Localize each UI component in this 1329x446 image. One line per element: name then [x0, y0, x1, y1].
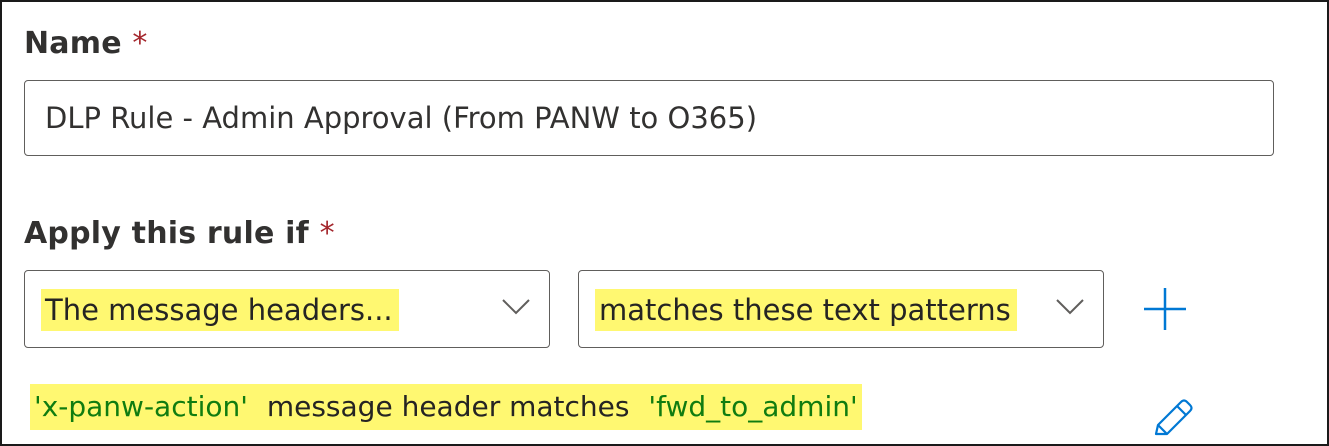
condition-property-selected: The message headers... — [41, 289, 399, 331]
apply-rule-if-text: Apply this rule if — [24, 216, 309, 251]
name-input[interactable]: DLP Rule - Admin Approval (From PANW to … — [24, 80, 1274, 156]
name-required-mark: * — [132, 26, 148, 61]
chevron-down-icon — [1056, 299, 1084, 315]
name-label-text: Name — [24, 26, 122, 61]
condition-summary: 'x-panw-action' message header matches '… — [30, 384, 862, 430]
name-input-value: DLP Rule - Admin Approval (From PANW to … — [45, 101, 758, 135]
condition-operator-dropdown[interactable]: matches these text patterns — [578, 270, 1104, 348]
apply-rule-required-mark: * — [319, 216, 335, 251]
chevron-down-icon — [502, 299, 530, 315]
condition-property-dropdown[interactable]: The message headers... — [24, 270, 550, 348]
name-label: Name * — [24, 26, 148, 61]
pencil-icon[interactable] — [1150, 396, 1196, 442]
condition-header-name: 'x-panw-action' — [34, 390, 248, 423]
condition-pattern-value: 'fwd_to_admin' — [648, 390, 858, 423]
plus-icon[interactable] — [1142, 286, 1188, 332]
condition-operator-selected: matches these text patterns — [595, 289, 1017, 331]
condition-connector-text: message header matches — [266, 390, 630, 423]
rule-editor-panel: Name * DLP Rule - Admin Approval (From P… — [0, 0, 1329, 446]
apply-rule-if-label: Apply this rule if * — [24, 216, 335, 251]
